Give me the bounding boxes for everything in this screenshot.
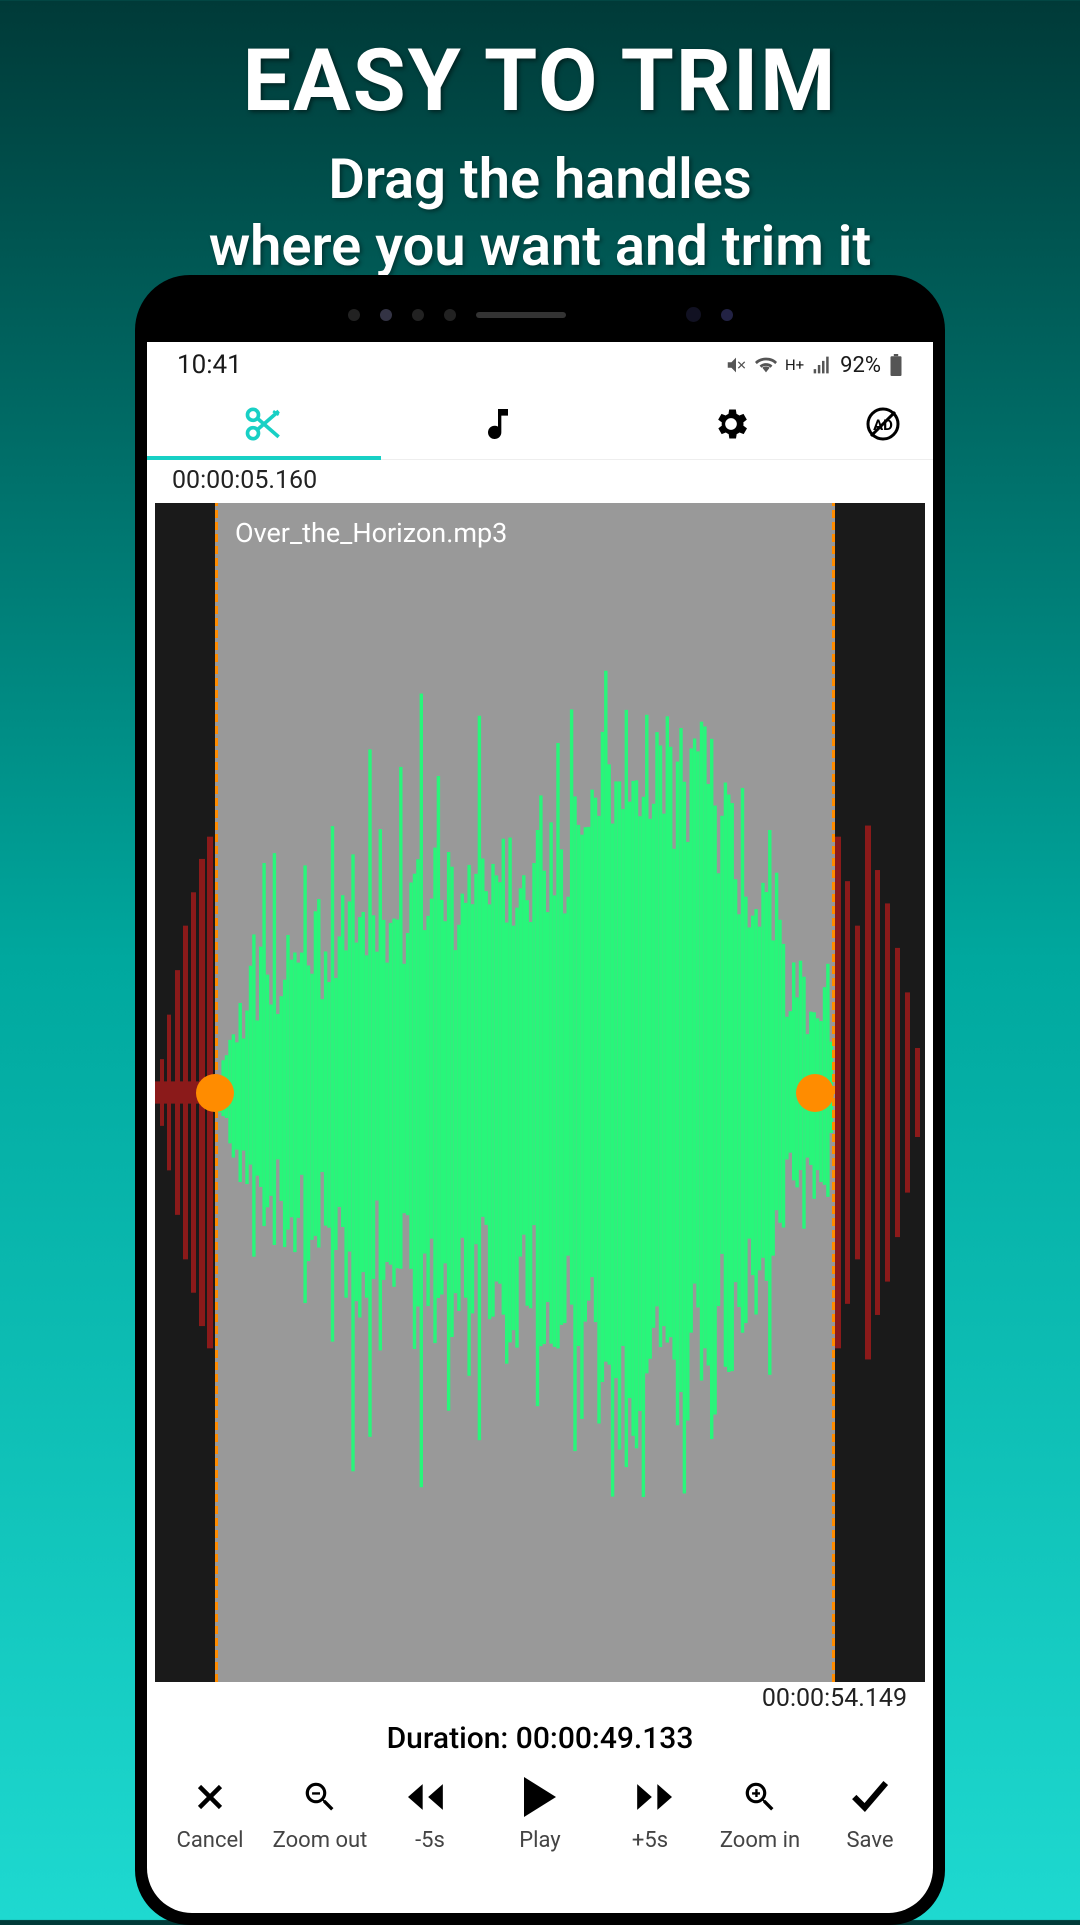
trim-handle-start[interactable] — [196, 1074, 234, 1112]
check-icon — [849, 1779, 891, 1815]
selection-start-time: 00:00:05.160 — [147, 460, 933, 499]
no-ads-icon: AD — [865, 406, 901, 442]
rewind-icon — [408, 1780, 452, 1814]
cancel-button[interactable]: Cancel — [158, 1776, 263, 1853]
promo-title: EASY TO TRIM — [0, 0, 1080, 131]
network-icon: H+ — [785, 356, 804, 374]
zoom-out-icon — [301, 1778, 339, 1816]
status-bar: 10:41 H+ 92% — [147, 342, 933, 388]
rewind-5s-button[interactable]: -5s — [378, 1776, 483, 1853]
forward-icon — [628, 1780, 672, 1814]
tab-cut[interactable] — [147, 388, 381, 459]
audio-filename: Over_the_Horizon.mp3 — [235, 517, 507, 549]
zoom-in-label: Zoom in — [720, 1828, 800, 1853]
trim-handle-end[interactable] — [796, 1074, 834, 1112]
control-bar: Cancel Zoom out -5s Play +5s — [147, 1768, 933, 1913]
play-button[interactable]: Play — [488, 1776, 593, 1853]
save-label: Save — [846, 1828, 893, 1853]
status-indicators: H+ 92% — [725, 353, 903, 378]
rewind-label: -5s — [415, 1828, 445, 1853]
zoom-in-icon — [741, 1778, 779, 1816]
promo-subtitle: Drag the handles where you want and trim… — [0, 146, 1080, 280]
duration-label: Duration: 00:00:49.133 — [147, 1715, 933, 1768]
no-ads-button[interactable]: AD — [848, 406, 918, 442]
save-button[interactable]: Save — [818, 1776, 923, 1853]
phone-frame: 10:41 H+ 92% — [135, 275, 945, 1925]
battery-icon — [889, 354, 903, 376]
forward-5s-button[interactable]: +5s — [598, 1776, 703, 1853]
promo-subtitle-line1: Drag the handles — [328, 146, 751, 212]
music-note-icon — [478, 404, 518, 444]
tab-settings[interactable] — [614, 388, 848, 459]
scissors-icon — [242, 402, 286, 446]
cancel-label: Cancel — [177, 1828, 244, 1853]
waveform-editor[interactable]: Over_the_Horizon.mp3 — [155, 503, 925, 1682]
signal-icon — [812, 355, 832, 375]
mute-icon — [725, 354, 747, 376]
gear-icon — [711, 404, 751, 444]
phone-bezel-top — [147, 287, 933, 342]
zoom-out-button[interactable]: Zoom out — [268, 1776, 373, 1853]
status-time: 10:41 — [177, 350, 242, 380]
selection-end-time: 00:00:54.149 — [147, 1682, 933, 1715]
play-label: Play — [519, 1828, 560, 1853]
promo-subtitle-line2: where you want and trim it — [209, 213, 871, 279]
tab-music[interactable] — [381, 388, 615, 459]
wifi-icon — [755, 354, 777, 376]
zoom-out-label: Zoom out — [273, 1828, 368, 1853]
battery-percent: 92% — [840, 353, 881, 378]
tab-bar: AD — [147, 388, 933, 460]
zoom-in-button[interactable]: Zoom in — [708, 1776, 813, 1853]
play-icon — [523, 1777, 557, 1817]
close-icon — [192, 1779, 228, 1815]
forward-label: +5s — [632, 1828, 668, 1853]
